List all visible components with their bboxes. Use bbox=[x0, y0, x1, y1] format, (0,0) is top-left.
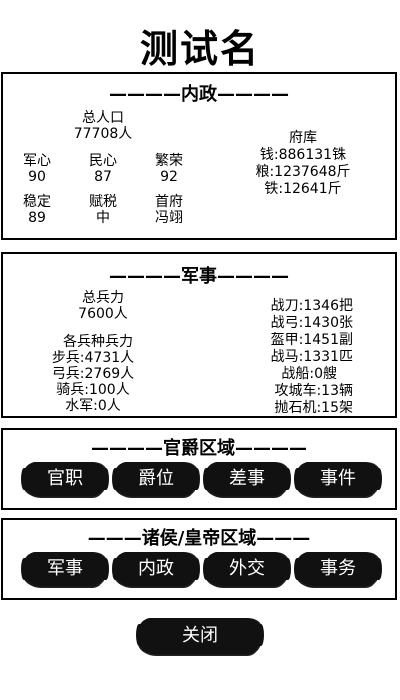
branch-infantry: 步兵:4731人 bbox=[51, 350, 135, 366]
stat-value-stability: 89 bbox=[28, 210, 46, 226]
errand-button[interactable]: 差事 bbox=[203, 462, 291, 496]
stat-value-morale: 90 bbox=[28, 169, 46, 185]
stat-value-prosperity: 92 bbox=[160, 169, 178, 185]
stat-value-tax: 中 bbox=[96, 210, 110, 226]
domestic-header: ————内政———— bbox=[109, 84, 289, 105]
equip-armor: 盔甲:1451副 bbox=[270, 332, 353, 348]
stat-value-capital: 冯翊 bbox=[155, 210, 183, 226]
stat-label-morale: 军心 bbox=[23, 153, 51, 169]
lord-affairs-button[interactable]: 事务 bbox=[294, 552, 382, 586]
treasury-label: 府库 bbox=[289, 130, 317, 146]
event-button[interactable]: 事件 bbox=[294, 462, 382, 496]
treasury-money: 钱:886131铢 bbox=[259, 147, 347, 163]
total-troops-value: 7600人 bbox=[78, 306, 128, 322]
total-troops-label: 总兵力 bbox=[82, 290, 124, 306]
equip-ship: 战船:0艘 bbox=[281, 366, 337, 382]
equip-catapult: 抛石机:15架 bbox=[274, 400, 353, 416]
stat-label-stability: 稳定 bbox=[23, 194, 51, 210]
branch-navy: 水军:0人 bbox=[65, 398, 121, 414]
lord-military-button[interactable]: 军事 bbox=[21, 552, 109, 586]
lord-domestic-button[interactable]: 内政 bbox=[112, 552, 200, 586]
stat-value-people: 87 bbox=[94, 169, 112, 185]
rank-panel: ————官爵区域———— 官职 爵位 差事 事件 bbox=[1, 428, 397, 510]
branch-archer: 弓兵:2769人 bbox=[51, 366, 135, 382]
equip-sword: 战刀:1346把 bbox=[270, 298, 353, 314]
lord-panel: ———诸侯/皇帝区域——— 军事 内政 外交 事务 bbox=[1, 518, 397, 600]
title-button[interactable]: 爵位 bbox=[112, 462, 200, 496]
lord-diplomacy-button[interactable]: 外交 bbox=[203, 552, 291, 586]
population-value: 77708人 bbox=[73, 126, 133, 142]
stat-label-tax: 赋税 bbox=[89, 194, 117, 210]
population-label: 总人口 bbox=[82, 110, 124, 126]
treasury-iron: 铁:12641斤 bbox=[264, 181, 342, 197]
military-panel: ————军事———— 总兵力 7600人 各兵种兵力 步兵:4731人 弓兵:2… bbox=[1, 252, 397, 418]
rank-header: ————官爵区域———— bbox=[91, 438, 307, 459]
stat-label-people: 民心 bbox=[89, 153, 117, 169]
close-button[interactable]: 关闭 bbox=[136, 618, 264, 654]
branch-label: 各兵种兵力 bbox=[63, 334, 133, 350]
equip-bow: 战弓:1430张 bbox=[270, 315, 353, 331]
equip-horse: 战马:1331匹 bbox=[270, 349, 353, 365]
page-title: 测试名 bbox=[139, 27, 260, 71]
equip-siege: 攻城车:13辆 bbox=[274, 383, 353, 399]
lord-header: ———诸侯/皇帝区域——— bbox=[87, 528, 311, 549]
stat-label-capital: 首府 bbox=[155, 194, 183, 210]
office-button[interactable]: 官职 bbox=[21, 462, 109, 496]
domestic-panel: ————内政———— 总人口 77708人 军心 90 民心 87 繁荣 92 … bbox=[1, 72, 397, 240]
military-header: ————军事———— bbox=[109, 266, 289, 287]
branch-cavalry: 骑兵:100人 bbox=[56, 382, 130, 398]
stat-label-prosperity: 繁荣 bbox=[155, 153, 183, 169]
treasury-grain: 粮:1237648斤 bbox=[255, 164, 351, 180]
